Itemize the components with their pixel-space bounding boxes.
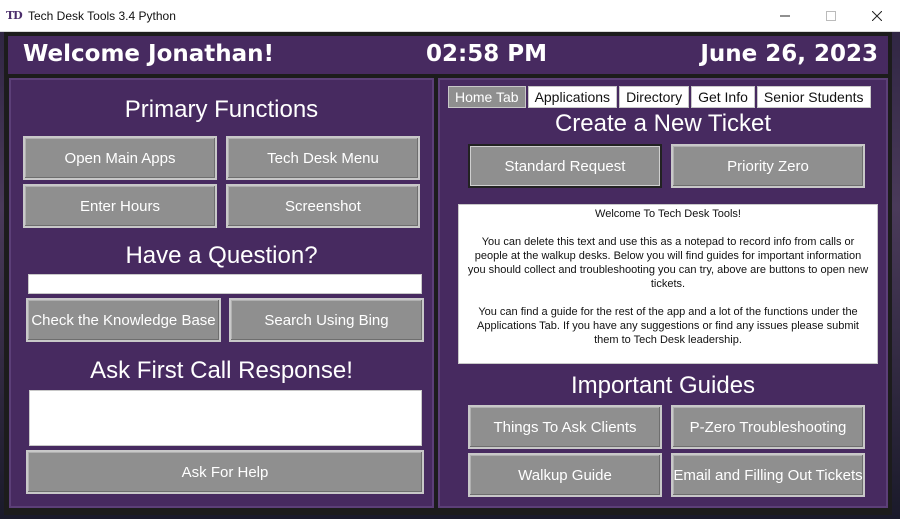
search-bing-button[interactable]: Search Using Bing <box>229 298 424 342</box>
current-date: June 26, 2023 <box>700 41 878 67</box>
check-knowledge-base-button[interactable]: Check the Knowledge Base <box>26 298 221 342</box>
screenshot-button[interactable]: Screenshot <box>226 184 420 228</box>
tech-desk-menu-button[interactable]: Tech Desk Menu <box>226 136 420 180</box>
header-bar: Welcome Jonathan! 02:58 PM June 26, 2023 <box>8 36 888 74</box>
things-to-ask-clients-button[interactable]: Things To Ask Clients <box>468 405 662 449</box>
ask-for-help-button[interactable]: Ask For Help <box>26 450 424 494</box>
window-title: Tech Desk Tools 3.4 Python <box>28 8 176 23</box>
minimize-button[interactable] <box>762 0 808 32</box>
standard-request-button[interactable]: Standard Request <box>468 144 662 188</box>
enter-hours-button[interactable]: Enter Hours <box>23 184 217 228</box>
close-icon <box>872 11 882 21</box>
maximize-button[interactable] <box>808 0 854 32</box>
question-input[interactable] <box>28 274 422 294</box>
minimize-icon <box>780 15 790 17</box>
notepad-textarea[interactable]: Welcome To Tech Desk Tools! You can dele… <box>458 204 878 364</box>
tab-senior-students[interactable]: Senior Students <box>756 86 871 108</box>
right-panel: Home Tab Applications Directory Get Info… <box>438 78 888 508</box>
walkup-guide-button[interactable]: Walkup Guide <box>468 453 662 497</box>
clock-time: 02:58 PM <box>426 41 547 67</box>
first-call-response-title: Ask First Call Response! <box>90 357 353 384</box>
window-titlebar[interactable]: TD Tech Desk Tools 3.4 Python <box>0 0 900 32</box>
welcome-text: Welcome Jonathan! <box>23 41 275 67</box>
important-guides-title: Important Guides <box>570 372 756 399</box>
window-controls <box>762 0 900 32</box>
tab-directory[interactable]: Directory <box>619 86 690 108</box>
tab-bar: Home Tab Applications Directory Get Info… <box>448 86 871 110</box>
have-a-question-title: Have a Question? <box>125 242 318 269</box>
app-icon: TD <box>6 8 23 22</box>
priority-zero-button[interactable]: Priority Zero <box>671 144 865 188</box>
tab-get-info[interactable]: Get Info <box>691 86 755 108</box>
p-zero-troubleshooting-button[interactable]: P-Zero Troubleshooting <box>671 405 865 449</box>
maximize-icon <box>826 11 836 21</box>
close-button[interactable] <box>854 0 900 32</box>
first-call-response-input[interactable] <box>29 390 422 446</box>
primary-functions-title: Primary Functions <box>124 96 319 123</box>
left-panel: Primary Functions Open Main Apps Tech De… <box>9 78 434 508</box>
open-main-apps-button[interactable]: Open Main Apps <box>23 136 217 180</box>
tab-home[interactable]: Home Tab <box>448 86 526 108</box>
create-ticket-title: Create a New Ticket <box>554 110 772 137</box>
tab-applications[interactable]: Applications <box>527 86 618 108</box>
main-window: Welcome Jonathan! 02:58 PM June 26, 2023… <box>4 32 892 515</box>
email-and-tickets-button[interactable]: Email and Filling Out Tickets <box>671 453 865 497</box>
